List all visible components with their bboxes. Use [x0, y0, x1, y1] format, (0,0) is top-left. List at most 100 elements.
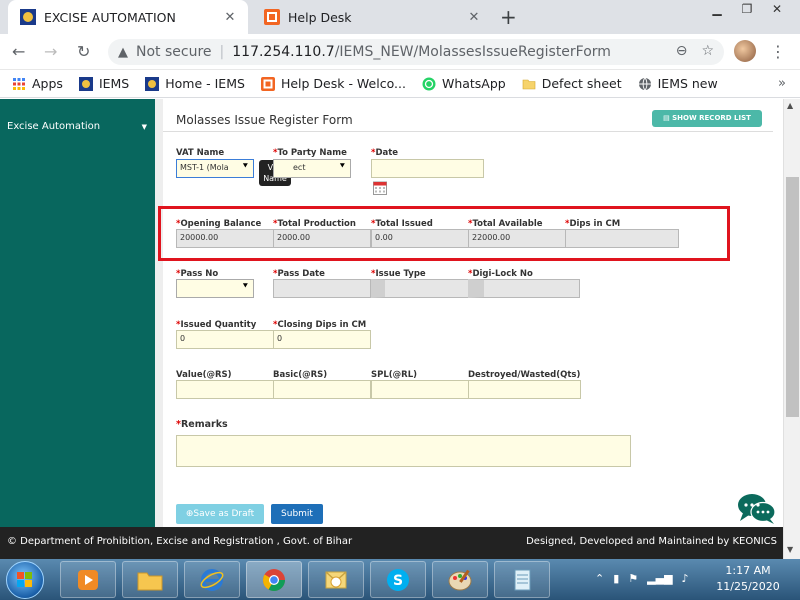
divider	[163, 131, 773, 132]
forward-arrow-icon[interactable]: →	[44, 42, 57, 61]
issued-quantity-input[interactable]: 0	[176, 330, 274, 349]
maximize-icon[interactable]: ❐	[732, 0, 762, 18]
bookmark-whatsapp[interactable]: WhatsApp	[422, 76, 506, 91]
spl-rl-label: SPL(@RL)	[371, 370, 417, 380]
opening-balance-field: 20000.00	[176, 229, 274, 248]
avatar[interactable]	[734, 40, 756, 62]
site-footer: © Department of Prohibition, Excise and …	[0, 527, 783, 559]
basic-rs-input[interactable]	[273, 380, 371, 399]
new-tab-button[interactable]: +	[500, 5, 517, 29]
list-icon: ▤	[663, 114, 673, 122]
pass-date-field	[273, 279, 371, 298]
submit-button[interactable]: Submit	[271, 504, 323, 524]
more-bookmarks-icon[interactable]: »	[778, 76, 786, 91]
windows-logo-icon	[17, 572, 32, 587]
scroll-thumb[interactable]	[786, 177, 799, 417]
page-scrollbar[interactable]: ▲ ▼	[783, 99, 800, 559]
bookmark-label: IEMS new	[657, 76, 718, 91]
bookmark-label: Defect sheet	[541, 76, 622, 91]
star-icon[interactable]: ☆	[701, 43, 714, 59]
bookmark-label: IEMS	[98, 76, 130, 91]
destroyed-input[interactable]	[468, 380, 581, 399]
internet-explorer-icon[interactable]	[184, 561, 240, 598]
skype-icon[interactable]: S	[370, 561, 426, 598]
tab-help-desk[interactable]: Help Desk ✕	[252, 0, 492, 34]
back-arrow-icon[interactable]: ←	[12, 42, 25, 61]
bookmark-home-iems[interactable]: Home - IEMS	[145, 76, 245, 91]
chat-icon[interactable]	[737, 493, 777, 525]
save-as-draft-button[interactable]: ⊕Save as Draft	[176, 504, 264, 524]
closing-dips-input[interactable]: 0	[273, 330, 371, 349]
start-button[interactable]	[6, 561, 44, 599]
sidebar-item-label: Excise Automation	[7, 121, 101, 132]
bookmark-help-desk[interactable]: Help Desk - Welco...	[260, 76, 406, 91]
to-party-name-select[interactable]: ect ⯆	[273, 159, 351, 178]
chevron-down-icon: ⯆	[338, 162, 346, 172]
date-input[interactable]	[371, 159, 484, 178]
clock-time: 1:17 AM	[725, 564, 771, 577]
close-icon[interactable]: ✕	[464, 10, 484, 25]
chrome-icon[interactable]	[246, 561, 302, 598]
spl-rl-input[interactable]	[371, 380, 469, 399]
scroll-down-icon[interactable]: ▼	[787, 545, 793, 554]
total-issued-label: *Total Issued	[371, 219, 433, 229]
url-path: /IEMS_NEW/MolassesIssueRegisterForm	[334, 44, 611, 60]
content-gutter	[155, 99, 163, 527]
zoom-icon[interactable]: ⊖	[676, 43, 688, 59]
windows-taskbar: S ⌃ ▮ ⚑ ▂▄▆ ♪ 1:17 AM 11/25/2020	[0, 559, 800, 600]
media-player-icon[interactable]	[60, 561, 116, 598]
issue-type-field	[371, 279, 469, 298]
vat-name-select[interactable]: MST-1 (Mola ⯆	[176, 159, 254, 178]
sidebar-item-excise-automation[interactable]: Excise Automation ▼	[7, 121, 147, 132]
bookmark-apps[interactable]: Apps	[12, 76, 63, 91]
network-icon[interactable]: ▂▄▆	[647, 572, 672, 585]
system-clock[interactable]: 1:17 AM 11/25/2020	[712, 563, 784, 595]
value-rs-label: Value(@RS)	[176, 370, 232, 380]
flag-icon[interactable]: ⚑	[628, 572, 638, 585]
vat-name-label: VAT Name	[176, 148, 225, 158]
bookmark-label: Home - IEMS	[165, 76, 245, 91]
digi-lock-label: *Digi-Lock No	[468, 269, 533, 279]
url-host: 117.254.110.7	[232, 44, 335, 60]
url-input[interactable]: ▲ Not secure | 117.254.110.7/IEMS_NEW/Mo…	[108, 39, 724, 65]
destroyed-label: Destroyed/Wasted(Qts)	[468, 370, 581, 380]
file-explorer-icon[interactable]	[122, 561, 178, 598]
scroll-up-icon[interactable]: ▲	[787, 101, 793, 110]
globe-icon	[638, 77, 651, 90]
tab-title: EXCISE AUTOMATION	[44, 9, 176, 25]
remarks-textarea[interactable]	[176, 435, 631, 467]
total-production-field: 2000.00	[273, 229, 371, 248]
battery-icon[interactable]: ▮	[613, 572, 619, 585]
close-window-icon[interactable]: ✕	[762, 0, 792, 18]
iems-favicon	[145, 76, 160, 91]
bookmark-defect-sheet[interactable]: Defect sheet	[522, 76, 622, 91]
form-panel: Molasses Issue Register Form ▤ SHOW RECO…	[158, 99, 783, 527]
whatsapp-icon	[422, 77, 436, 90]
bookmark-label: WhatsApp	[441, 76, 506, 91]
value-rs-input[interactable]	[176, 380, 274, 399]
bookmark-iems-new[interactable]: IEMS new	[638, 76, 718, 91]
outlook-icon[interactable]	[308, 561, 364, 598]
closing-dips-label: *Closing Dips in CM	[273, 320, 367, 330]
close-icon[interactable]: ✕	[220, 10, 240, 25]
button-label: SHOW RECORD LIST	[672, 114, 751, 122]
show-hidden-icons-icon[interactable]: ⌃	[595, 572, 604, 585]
pass-date-label: *Pass Date	[273, 269, 325, 279]
remarks-label: *Remarks	[176, 419, 228, 430]
warning-icon[interactable]: ▲	[118, 45, 128, 60]
issue-type-label: *Issue Type	[371, 269, 426, 279]
tab-excise-automation[interactable]: EXCISE AUTOMATION ✕	[8, 0, 248, 34]
page: Excise Automation ▼ Molasses Issue Regis…	[0, 99, 800, 527]
notepad-icon[interactable]	[494, 561, 550, 598]
pass-no-select[interactable]: ⯆	[176, 279, 254, 298]
reload-icon[interactable]: ↻	[77, 42, 90, 61]
volume-icon[interactable]: ♪	[682, 572, 689, 585]
basic-rs-label: Basic(@RS)	[273, 370, 328, 380]
bookmark-iems[interactable]: IEMS	[78, 76, 130, 91]
opening-balance-label: *Opening Balance	[176, 219, 262, 229]
calendar-icon[interactable]	[373, 180, 387, 195]
menu-kebab-icon[interactable]: ⋮	[770, 42, 786, 61]
show-record-list-button[interactable]: ▤ SHOW RECORD LIST	[652, 110, 762, 127]
paint-icon[interactable]	[432, 561, 488, 598]
minimize-icon[interactable]: ▁	[702, 0, 732, 18]
